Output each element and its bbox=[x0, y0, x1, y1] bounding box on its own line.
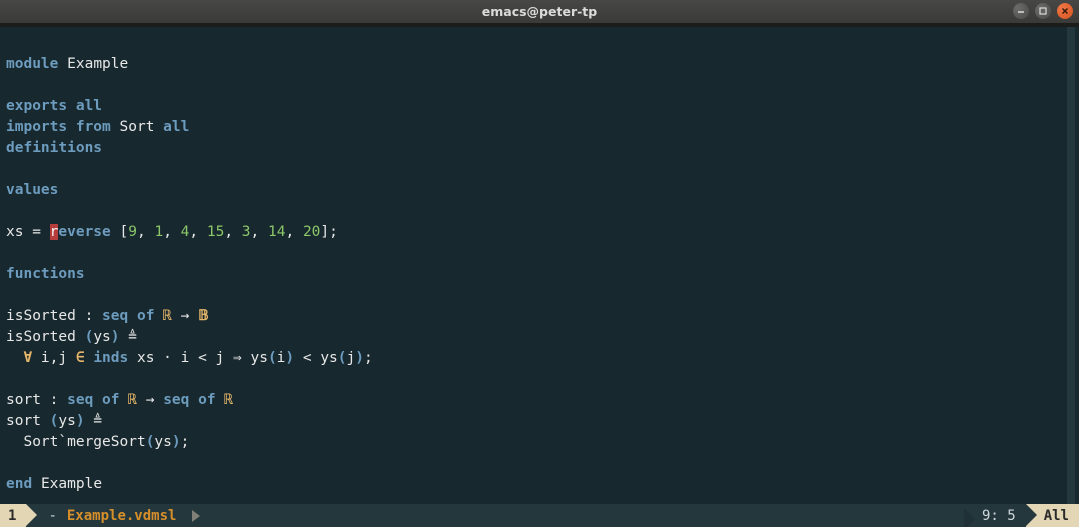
code-line: end Example bbox=[6, 476, 102, 492]
code-line: exports all bbox=[6, 98, 102, 114]
code-line bbox=[6, 245, 15, 261]
modeline-modified-indicator: - bbox=[48, 508, 56, 524]
code-line bbox=[6, 371, 15, 387]
modeline-buffer-name[interactable]: Example.vdmsl bbox=[67, 508, 177, 524]
code-line: definitions bbox=[6, 140, 102, 156]
window-controls bbox=[1013, 3, 1073, 19]
modeline-right: 9: 5 All bbox=[964, 504, 1079, 527]
code-line bbox=[6, 77, 15, 93]
window-titlebar: emacs@peter-tp bbox=[0, 0, 1079, 23]
window-title: emacs@peter-tp bbox=[482, 4, 597, 19]
code-line: Sort`mergeSort(ys); bbox=[6, 434, 189, 450]
minimize-button[interactable] bbox=[1013, 3, 1029, 19]
modeline-separator-icon bbox=[186, 510, 200, 522]
code-line: xs = reverse [9, 1, 4, 15, 3, 14, 20]; bbox=[6, 224, 338, 240]
code-line bbox=[6, 287, 15, 303]
code-line: isSorted (ys) ≜ bbox=[6, 329, 137, 345]
fringe-right bbox=[1067, 27, 1075, 504]
code-line: functions bbox=[6, 266, 85, 282]
modeline-window-number[interactable]: 1 bbox=[0, 504, 26, 527]
code-line: sort (ys) ≜ bbox=[6, 413, 102, 429]
code-line: module Example bbox=[6, 56, 128, 72]
maximize-button[interactable] bbox=[1035, 3, 1051, 19]
code-line: imports from Sort all bbox=[6, 119, 189, 135]
code-line bbox=[6, 161, 15, 177]
minimize-icon bbox=[1016, 6, 1026, 16]
code-line bbox=[6, 455, 15, 471]
close-icon bbox=[1060, 6, 1070, 16]
code-line: values bbox=[6, 182, 58, 198]
modeline-cursor-position: 9: 5 bbox=[964, 508, 1026, 524]
code-line bbox=[6, 203, 15, 219]
modeline: 1 - Example.vdmsl 9: 5 All bbox=[0, 504, 1079, 527]
close-button[interactable] bbox=[1057, 3, 1073, 19]
modeline-percent: All bbox=[1026, 504, 1079, 527]
code-line: sort : seq of ℝ → seq of ℝ bbox=[6, 392, 233, 408]
modeline-center: - Example.vdmsl bbox=[26, 508, 200, 524]
editor-buffer[interactable]: module Example exports all imports from … bbox=[0, 27, 1079, 504]
maximize-icon bbox=[1038, 6, 1048, 16]
code-line: ∀ i,j ∈ inds xs · i < j ⇒ ys(i) < ys(j); bbox=[6, 350, 373, 366]
code-line: isSorted : seq of ℝ → 𝔹 bbox=[6, 308, 209, 324]
